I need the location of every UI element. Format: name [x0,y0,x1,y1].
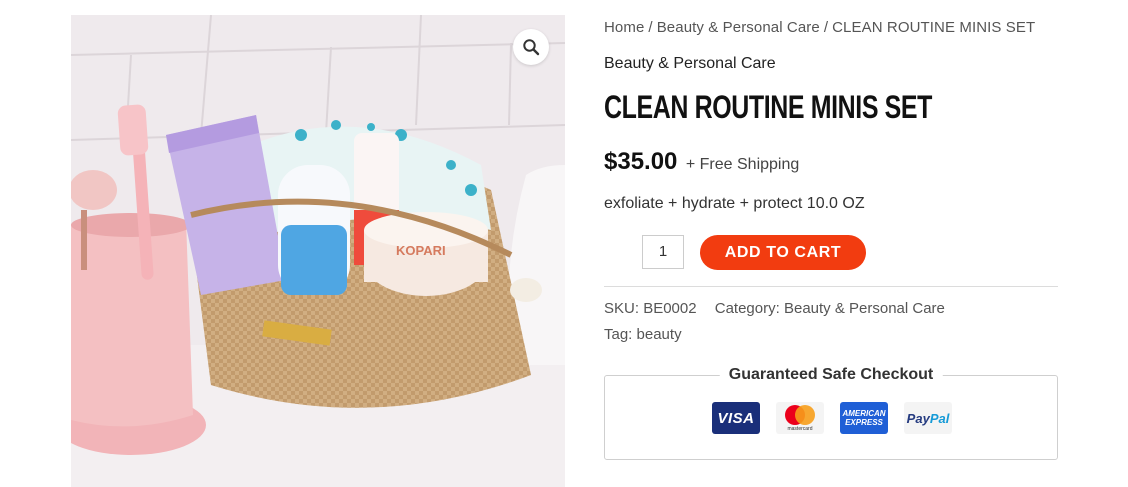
jar-brand-text: KOPARI [396,243,446,258]
safe-checkout-box: Guaranteed Safe Checkout VISA mastercard… [604,366,1058,460]
zoom-button[interactable] [513,29,549,65]
shipping-note: + Free Shipping [685,156,800,173]
category-label: Category: [714,300,780,317]
tag-link[interactable]: beauty [637,326,682,343]
product-image[interactable]: KOPARI [71,15,565,487]
tag-line: Tag: beauty [604,326,682,343]
paypal-part2: Pal [929,410,950,426]
amex-icon: AMERICAN EXPRESS [840,402,888,434]
sku-label: SKU: [604,300,640,317]
breadcrumb: Home / Beauty & Personal Care / CLEAN ROUTIN… [604,19,1035,36]
breadcrumb-separator: / [823,19,829,36]
safe-checkout-title: Guaranteed Safe Checkout [719,366,943,384]
sku-value: BE0002 [643,300,697,317]
payment-icons: VISA mastercard AMERICAN EXPRESS Pay Pal [712,402,952,434]
paypal-part1: Pay [906,410,930,426]
visa-icon: VISA [712,402,760,434]
price-row: $35.00 + Free Shipping [604,148,799,176]
product-description: exfoliate + hydrate + protect 10.0 OZ [604,195,865,212]
breadcrumb-home[interactable]: Home [604,19,644,36]
quantity-input[interactable]: 1 [642,235,684,269]
amex-line1: AMERICAN [842,409,886,418]
breadcrumb-category[interactable]: Beauty & Personal Care [657,19,820,36]
product-title: CLEAN ROUTINE MINIS SET [604,89,933,125]
breadcrumb-separator: / [648,19,653,36]
product-price: $35.00 [604,148,678,175]
breadcrumb-current: CLEAN ROUTINE MINIS SET [832,19,1036,36]
add-to-cart-button[interactable]: ADD TO CART [700,235,866,270]
category-link[interactable]: Beauty & Personal Care [784,300,945,317]
mastercard-label: mastercard [787,425,813,432]
magnifier-icon [523,39,540,56]
mastercard-icon: mastercard [776,402,824,434]
product-category: Beauty & Personal Care [604,55,776,72]
paypal-icon: Pay Pal [904,402,952,434]
divider [604,286,1058,287]
tag-label: Tag: [604,326,633,343]
product-photo: KOPARI [71,15,565,487]
sku-category-line: SKU: BE0002 Category: Beauty & Personal … [604,300,945,317]
amex-line2: EXPRESS [845,418,883,427]
